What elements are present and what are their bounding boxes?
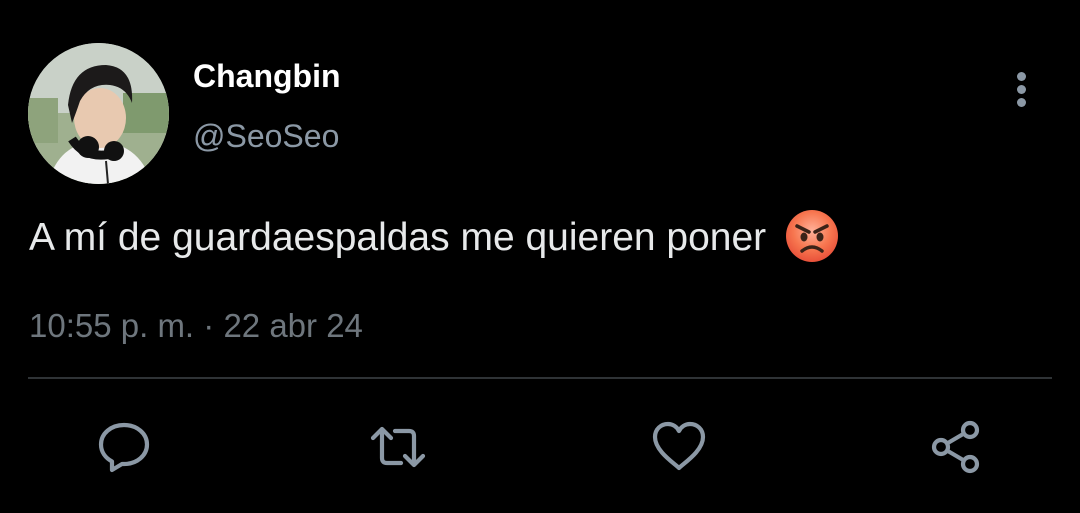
- retweet-button[interactable]: [369, 418, 427, 476]
- angry-face-emoji-icon: [785, 209, 839, 263]
- avatar-photo: [28, 43, 169, 184]
- more-options-icon[interactable]: [1008, 70, 1036, 110]
- tweet-timestamp[interactable]: 10:55 p. m. · 22 abr 24: [29, 307, 363, 345]
- like-button[interactable]: [650, 418, 708, 476]
- tweet-text: A mí de guardaespaldas me quieren poner: [29, 216, 767, 259]
- dot: [1017, 98, 1026, 107]
- tweet-date: 22 abr 24: [223, 307, 363, 344]
- tweet-time: 10:55 p. m.: [29, 307, 195, 344]
- retweet-icon: [370, 426, 426, 468]
- share-button[interactable]: [927, 418, 985, 476]
- comment-bubble-icon: [98, 422, 150, 473]
- tweet-text-container: A mí de guardaespaldas me quieren poner: [29, 209, 839, 263]
- author-display-name[interactable]: Changbin: [193, 58, 341, 95]
- dot: [1017, 85, 1026, 94]
- dot: [1017, 72, 1026, 81]
- divider: [28, 377, 1052, 379]
- tweet-detail: Changbin @SeoSeo A mí de guardaespaldas …: [0, 0, 1080, 513]
- author-handle[interactable]: @SeoSeo: [193, 118, 339, 155]
- share-icon: [931, 420, 980, 474]
- heart-icon: [652, 421, 706, 471]
- meta-separator: ·: [203, 307, 215, 344]
- reply-button[interactable]: [95, 418, 153, 476]
- avatar[interactable]: [28, 43, 169, 184]
